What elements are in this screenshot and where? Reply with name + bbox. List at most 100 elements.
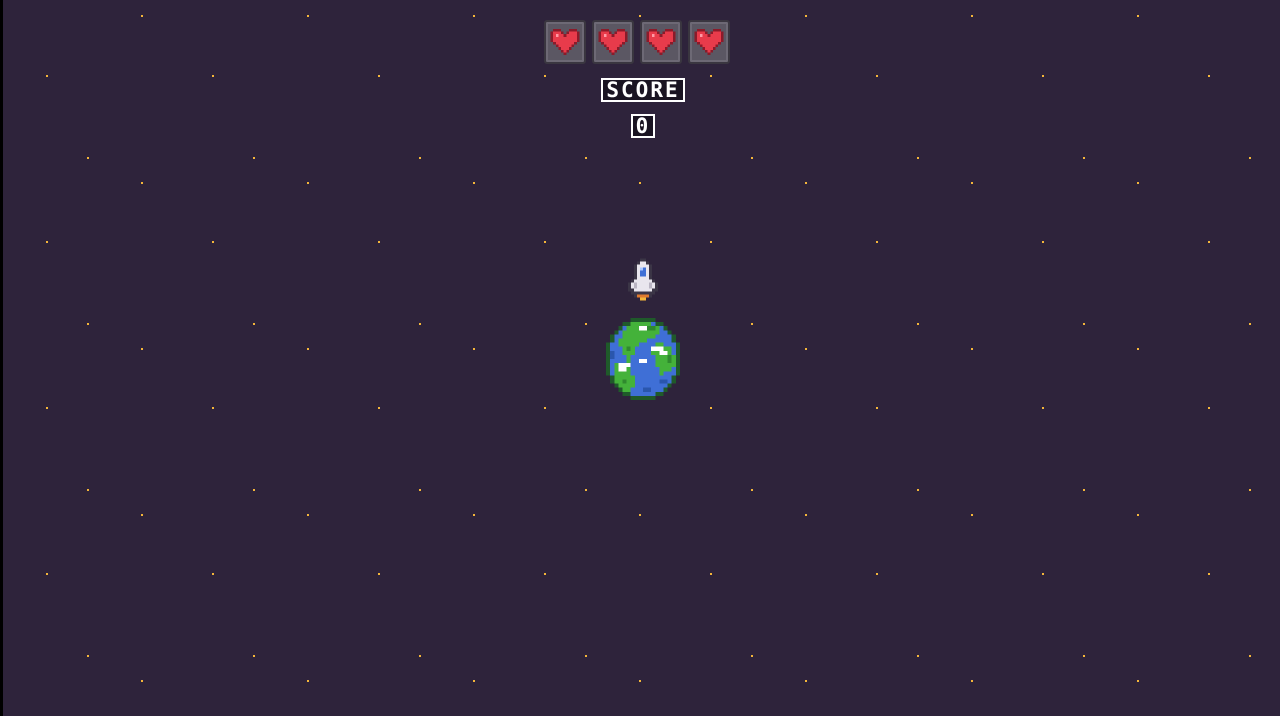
star bbox=[1208, 241, 1210, 243]
star bbox=[141, 348, 143, 350]
life-slot-1 bbox=[544, 20, 586, 64]
star bbox=[544, 241, 546, 243]
star bbox=[87, 489, 89, 491]
star bbox=[751, 489, 753, 491]
star bbox=[212, 241, 214, 243]
star bbox=[1249, 323, 1251, 325]
star bbox=[639, 15, 641, 17]
star bbox=[473, 15, 475, 17]
star bbox=[917, 323, 919, 325]
star bbox=[1042, 407, 1044, 409]
star bbox=[971, 15, 973, 17]
star bbox=[378, 407, 380, 409]
star bbox=[544, 407, 546, 409]
star bbox=[639, 182, 641, 184]
star bbox=[307, 182, 309, 184]
star bbox=[141, 680, 143, 682]
star bbox=[544, 75, 546, 77]
star bbox=[639, 514, 641, 516]
star bbox=[805, 15, 807, 17]
star bbox=[1249, 489, 1251, 491]
star bbox=[544, 573, 546, 575]
star bbox=[46, 407, 48, 409]
star bbox=[1249, 655, 1251, 657]
star bbox=[585, 655, 587, 657]
star bbox=[917, 157, 919, 159]
star bbox=[141, 15, 143, 17]
star bbox=[87, 323, 89, 325]
star bbox=[917, 655, 919, 657]
life-slot-3 bbox=[640, 20, 682, 64]
star bbox=[87, 655, 89, 657]
score-label: SCORE bbox=[3, 78, 1280, 102]
star bbox=[585, 157, 587, 159]
star bbox=[1042, 241, 1044, 243]
star bbox=[1137, 348, 1139, 350]
star bbox=[1137, 680, 1139, 682]
star bbox=[876, 75, 878, 77]
star bbox=[473, 348, 475, 350]
star bbox=[87, 157, 89, 159]
star bbox=[307, 15, 309, 17]
earth-planet-icon bbox=[606, 318, 680, 400]
star bbox=[46, 75, 48, 77]
star bbox=[585, 489, 587, 491]
game-canvas[interactable]: SCORE 0 bbox=[0, 0, 1280, 716]
star bbox=[876, 573, 878, 575]
star bbox=[1083, 655, 1085, 657]
star bbox=[1249, 157, 1251, 159]
heart-icon bbox=[694, 28, 724, 56]
star bbox=[710, 407, 712, 409]
heart-icon bbox=[598, 28, 628, 56]
star bbox=[141, 182, 143, 184]
star bbox=[1083, 323, 1085, 325]
heart-icon bbox=[550, 28, 580, 56]
star bbox=[805, 182, 807, 184]
star bbox=[378, 75, 380, 77]
star bbox=[253, 323, 255, 325]
star bbox=[46, 241, 48, 243]
star bbox=[876, 407, 878, 409]
star bbox=[971, 514, 973, 516]
rocket-ship-icon[interactable] bbox=[625, 258, 661, 304]
life-slot-4 bbox=[688, 20, 730, 64]
star bbox=[751, 323, 753, 325]
star bbox=[585, 323, 587, 325]
star bbox=[1042, 75, 1044, 77]
star bbox=[805, 680, 807, 682]
score-value: 0 bbox=[3, 114, 1280, 138]
star bbox=[751, 655, 753, 657]
heart-icon bbox=[646, 28, 676, 56]
star bbox=[971, 680, 973, 682]
star bbox=[253, 489, 255, 491]
star bbox=[751, 157, 753, 159]
star bbox=[141, 514, 143, 516]
star bbox=[971, 182, 973, 184]
star bbox=[378, 241, 380, 243]
life-slot-2 bbox=[592, 20, 634, 64]
star bbox=[639, 680, 641, 682]
star bbox=[212, 407, 214, 409]
star bbox=[46, 573, 48, 575]
star bbox=[307, 514, 309, 516]
star bbox=[253, 655, 255, 657]
star bbox=[212, 75, 214, 77]
star bbox=[378, 573, 380, 575]
star bbox=[805, 514, 807, 516]
star bbox=[917, 489, 919, 491]
star bbox=[710, 75, 712, 77]
lives-bar bbox=[544, 20, 730, 64]
star bbox=[971, 348, 973, 350]
star bbox=[1137, 182, 1139, 184]
star bbox=[1137, 15, 1139, 17]
star bbox=[1137, 514, 1139, 516]
star bbox=[473, 182, 475, 184]
star bbox=[1208, 75, 1210, 77]
star bbox=[1042, 573, 1044, 575]
star bbox=[212, 573, 214, 575]
star bbox=[419, 489, 421, 491]
star bbox=[1083, 157, 1085, 159]
star bbox=[419, 655, 421, 657]
star bbox=[419, 323, 421, 325]
star bbox=[473, 514, 475, 516]
